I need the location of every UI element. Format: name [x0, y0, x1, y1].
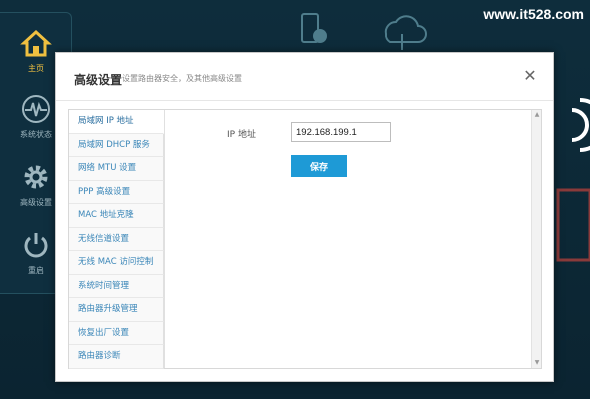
save-button[interactable]: 保存 — [291, 155, 347, 177]
ip-address-input[interactable] — [291, 122, 391, 142]
watermark: www.it528.com — [483, 6, 584, 22]
close-icon[interactable]: ✕ — [521, 67, 539, 85]
gear-icon — [24, 165, 48, 189]
scroll-down-icon[interactable]: ▼ — [532, 358, 542, 368]
menu-item-factory-reset[interactable]: 恢复出厂设置 — [69, 321, 164, 345]
menu-item-mtu[interactable]: 网络 MTU 设置 — [69, 157, 164, 181]
menu-item-lan-ip[interactable]: 局域网 IP 地址 — [69, 110, 164, 134]
settings-menu: 局域网 IP 地址 局域网 DHCP 服务 网络 MTU 设置 PPP 高级设置… — [69, 110, 165, 369]
menu-item-mac-clone[interactable]: MAC 地址克隆 — [69, 204, 164, 228]
menu-item-system-time[interactable]: 系统时间管理 — [69, 274, 164, 298]
settings-content: IP 地址 保存 — [165, 110, 529, 368]
home-icon — [20, 29, 52, 57]
menu-item-firmware-upgrade[interactable]: 路由器升级管理 — [69, 298, 164, 322]
menu-item-dhcp[interactable]: 局域网 DHCP 服务 — [69, 133, 164, 157]
menu-item-wifi-channel[interactable]: 无线信道设置 — [69, 227, 164, 251]
menu-item-ppp[interactable]: PPP 高级设置 — [69, 180, 164, 204]
menu-item-wifi-mac-filter[interactable]: 无线 MAC 访问控制 — [69, 251, 164, 275]
pulse-icon — [22, 95, 50, 123]
dialog-subtitle: 设置路由器安全，及其他高级设置 — [122, 74, 242, 83]
scrollbar[interactable]: ▲ ▼ — [531, 110, 541, 368]
dialog-header: 高级设置 设置路由器安全，及其他高级设置 ✕ — [56, 53, 553, 101]
ip-address-label: IP 地址 — [227, 130, 256, 140]
dialog-title: 高级设置 — [74, 73, 123, 87]
router-icon — [556, 98, 590, 262]
scroll-up-icon[interactable]: ▲ — [532, 110, 542, 120]
power-icon — [24, 233, 48, 258]
device-icons — [301, 13, 427, 50]
dialog-body: 局域网 IP 地址 局域网 DHCP 服务 网络 MTU 设置 PPP 高级设置… — [68, 109, 542, 369]
top-icons — [300, 12, 430, 56]
menu-item-diagnostics[interactable]: 路由器诊断 — [69, 345, 164, 369]
advanced-settings-dialog: 高级设置 设置路由器安全，及其他高级设置 ✕ 局域网 IP 地址 局域网 DHC… — [55, 52, 554, 382]
